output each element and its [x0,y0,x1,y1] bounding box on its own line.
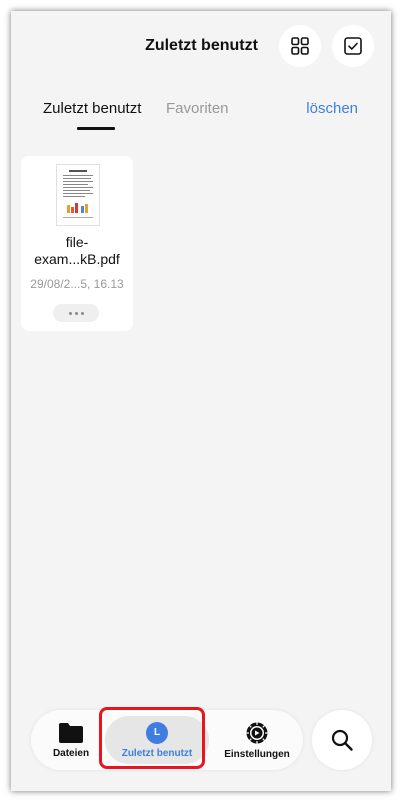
tab-favorites[interactable]: Favoriten [166,100,229,117]
page-title: Zuletzt benutzt [145,37,258,54]
more-options-button[interactable] [53,304,99,322]
gear-icon [246,721,268,744]
file-card[interactable]: file- exam...kB.pdf 29/08/2...5, 16.13 [21,156,133,331]
tab-recent[interactable]: Zuletzt benutzt [43,100,141,117]
highlight-annotation [99,707,205,769]
nav-label-settings: Einstellungen [224,748,290,760]
file-name: file- exam...kB.pdf [34,234,120,267]
folder-icon [59,722,83,743]
pdf-thumbnail [56,164,100,226]
more-dots-icon [68,311,72,315]
search-button[interactable] [312,710,372,770]
nav-item-settings[interactable]: Einstellungen [217,710,297,770]
grid-view-button[interactable] [279,25,321,67]
nav-item-files[interactable]: Dateien [49,710,93,770]
grid-icon [291,37,309,55]
search-icon [331,729,353,751]
app-window: Zuletzt benutzt Zuletzt benutzt Favorite… [11,11,391,791]
checkbox-icon [344,37,362,55]
nav-label-files: Dateien [52,747,90,759]
select-button[interactable] [332,25,374,67]
active-tab-indicator [77,127,115,130]
clear-button[interactable]: löschen [306,100,358,117]
file-date: 29/08/2...5, 16.13 [30,277,124,291]
